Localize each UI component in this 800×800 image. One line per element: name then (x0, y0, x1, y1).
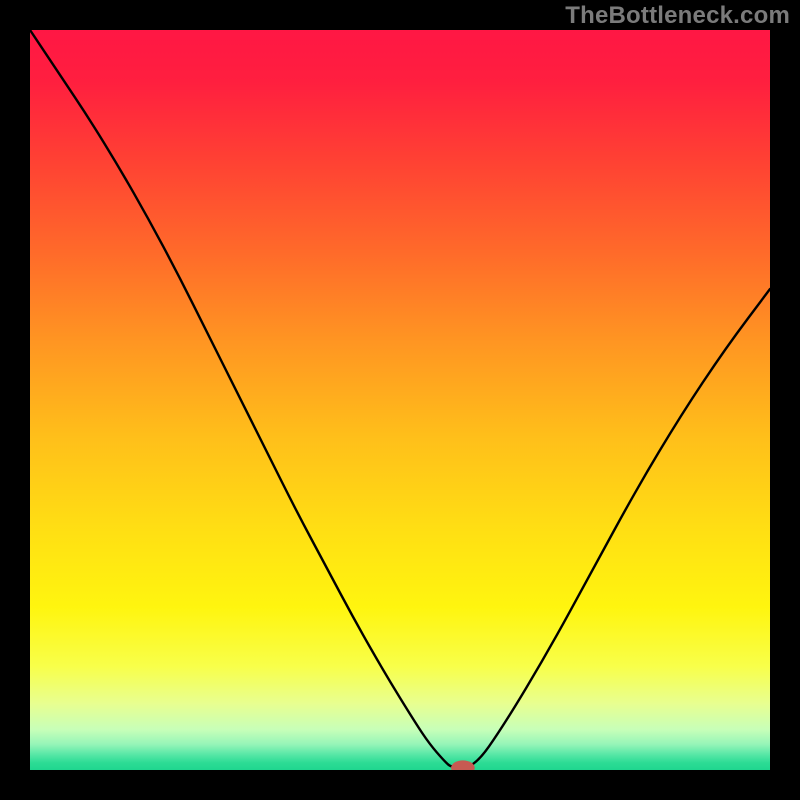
watermark-text: TheBottleneck.com (565, 2, 790, 30)
gradient-background (30, 30, 770, 770)
chart-svg (30, 30, 770, 770)
chart-container: TheBottleneck.com (0, 0, 800, 800)
plot-area (30, 30, 770, 770)
